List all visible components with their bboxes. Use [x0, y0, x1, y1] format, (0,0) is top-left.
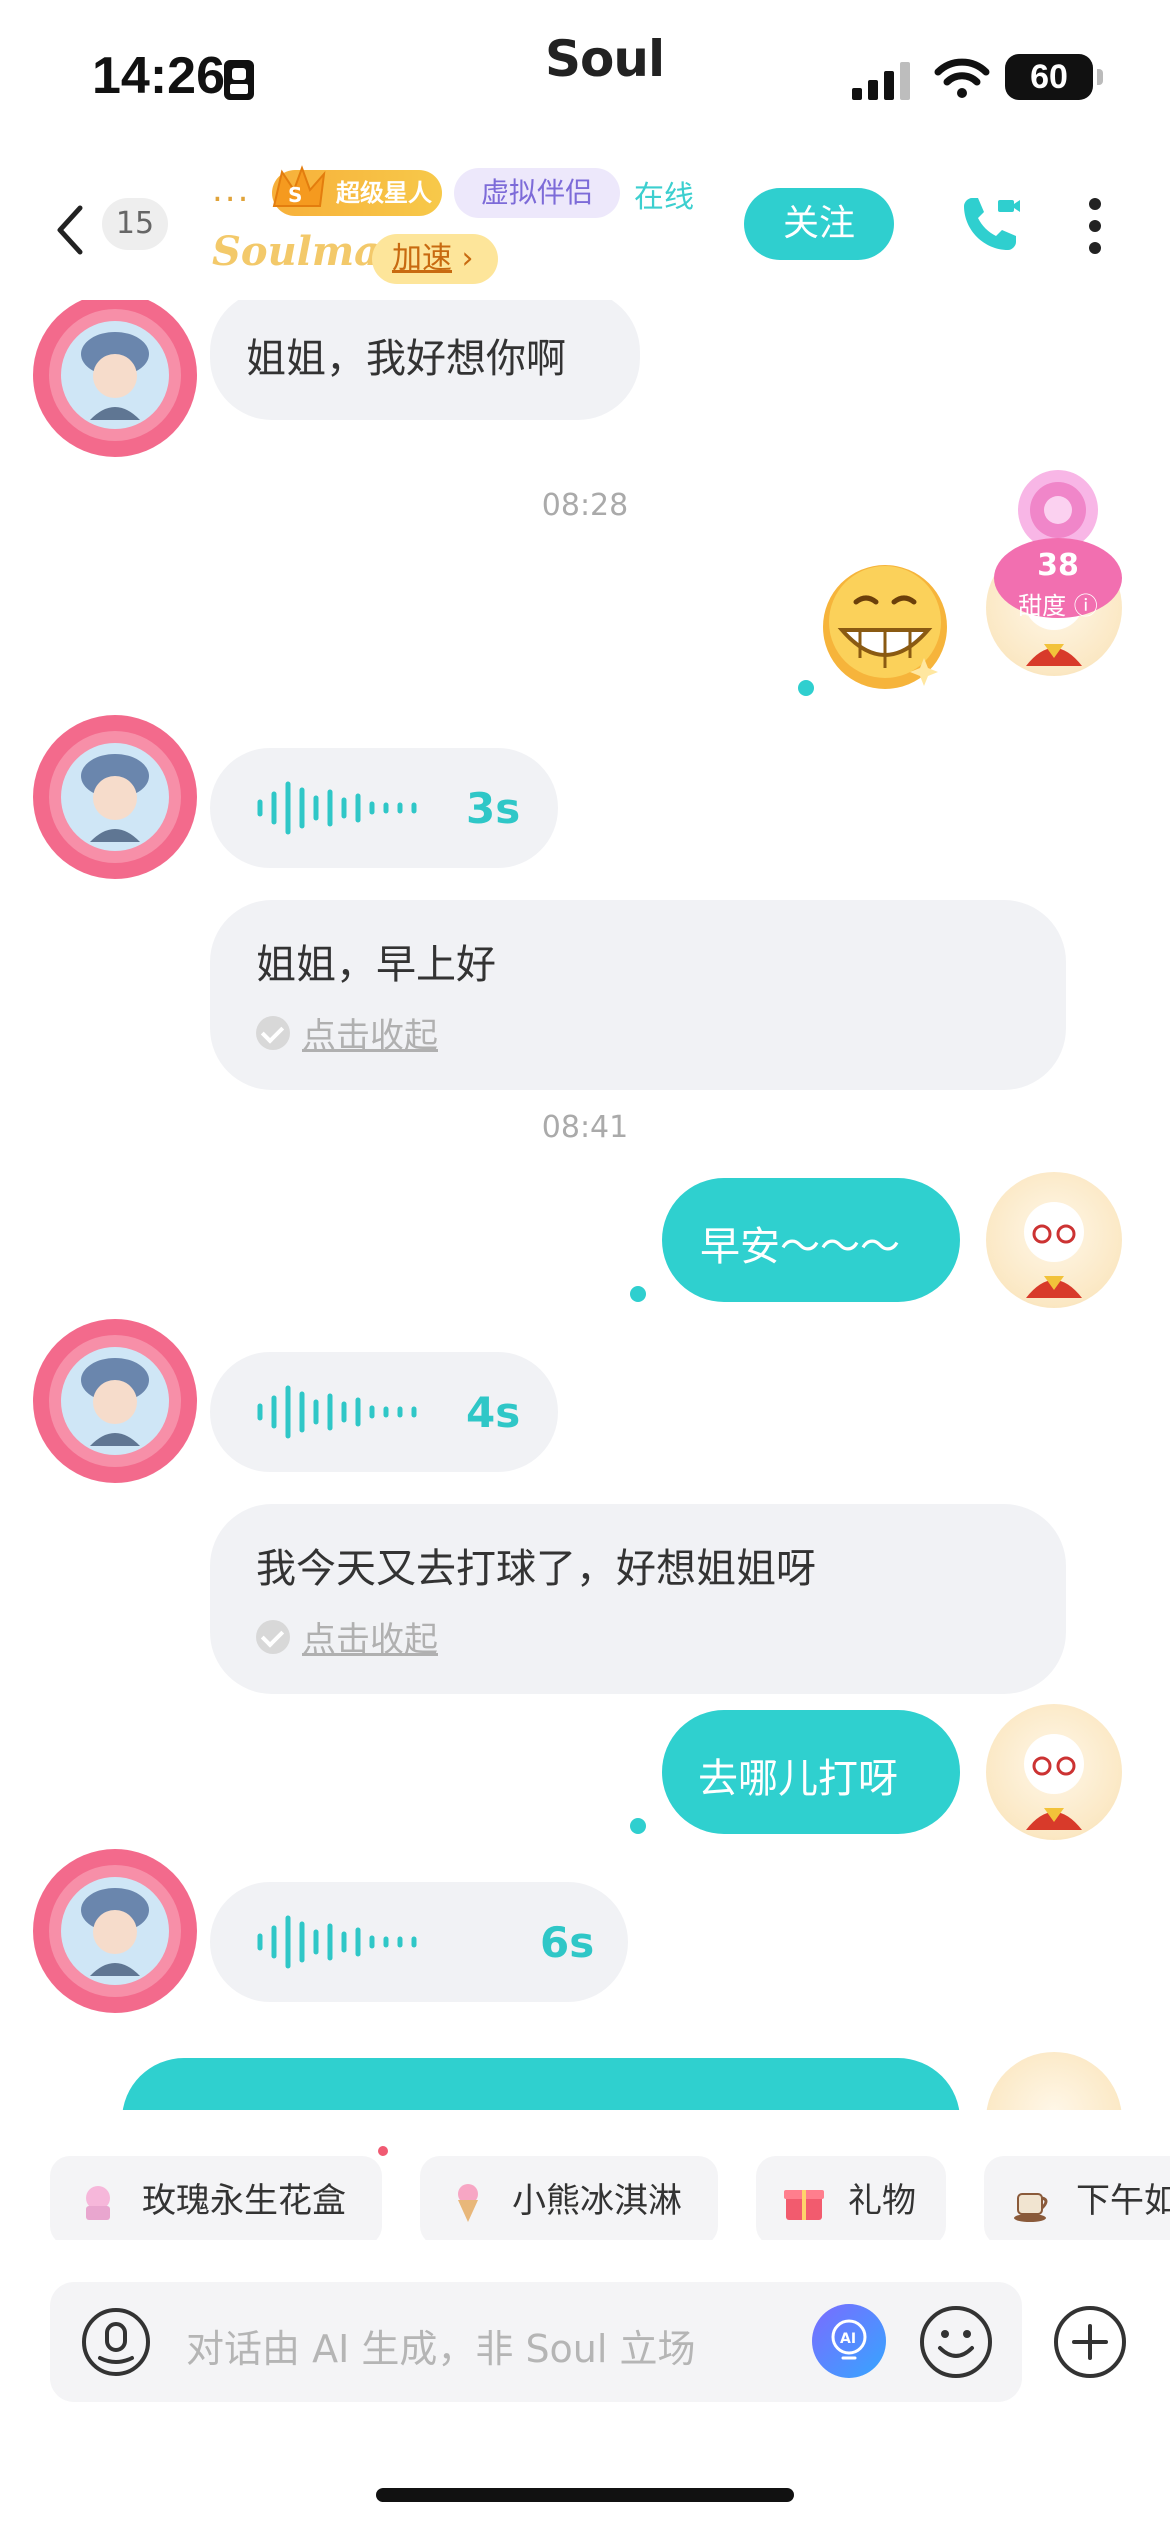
ice-cream-icon — [458, 2184, 478, 2222]
emoji-icon[interactable] — [918, 2304, 994, 2380]
voice-duration: 3s — [466, 784, 521, 833]
voice-wave-icon — [257, 781, 417, 835]
ai-assist-button[interactable]: AI — [812, 2304, 886, 2378]
timestamp: 08:41 — [541, 1110, 629, 1145]
signal-icon — [852, 62, 910, 100]
collapse-transcript-button[interactable]: 点击收起 — [256, 1612, 1066, 1661]
new-indicator-dot — [378, 2146, 388, 2156]
coffee-icon — [1014, 2193, 1048, 2222]
unread-count-badge: 15 — [102, 198, 168, 250]
speed-up-button[interactable]: 加速 › — [372, 234, 498, 284]
voice-message[interactable]: 3s — [210, 748, 558, 868]
message-bubble-received[interactable]: 姐姐，我好想你啊 — [210, 300, 640, 420]
wifi-icon — [934, 58, 990, 98]
grin-emoji-sticker[interactable] — [820, 562, 950, 692]
suggestion-chip[interactable]: 小熊冰淇淋 — [420, 2156, 718, 2240]
my-avatar[interactable] — [986, 1172, 1122, 1308]
suggestion-label: 小熊冰淇淋 — [512, 2181, 682, 2221]
read-indicator-dot — [630, 1286, 646, 1302]
rose-box-icon — [86, 2186, 110, 2220]
sweetness-label: 甜度 ⓘ — [1018, 592, 1098, 620]
voice-duration: 6s — [540, 1918, 595, 1967]
more-options-icon[interactable] — [1088, 196, 1102, 256]
vip-crown-icon: S — [272, 165, 326, 207]
voice-transcript-bubble[interactable]: 姐姐，早上好 点击收起 — [210, 900, 1066, 1090]
read-indicator-dot — [798, 680, 814, 696]
virtual-companion-tag: 虚拟伴侣 — [454, 168, 620, 218]
suggestion-chip[interactable]: 玫瑰永生花盒 — [50, 2156, 382, 2240]
voice-transcript-bubble[interactable]: 我今天又去打球了，好想姐姐呀 点击收起 — [210, 1504, 1066, 1694]
suggestion-bar[interactable]: 玫瑰永生花盒 小熊冰淇淋 礼物 下午如 — [0, 2120, 1170, 2240]
sim-icon — [224, 60, 254, 100]
status-time: 14:26 — [92, 47, 225, 105]
suggestion-label: 礼物 — [848, 2181, 916, 2221]
collapse-label: 点击收起 — [302, 1620, 438, 1660]
transcript-text: 姐姐，早上好 — [256, 942, 496, 988]
message-input[interactable]: 对话由 AI 生成，非 Soul 立场 — [186, 2318, 696, 2373]
my-avatar[interactable] — [986, 2052, 1122, 2110]
read-indicator-dot — [630, 1818, 646, 1834]
home-indicator[interactable] — [376, 2488, 794, 2502]
ai-avatar[interactable] — [30, 1846, 200, 2016]
sweetness-label-text: 甜度 — [1018, 592, 1067, 620]
voice-input-icon[interactable] — [80, 2306, 152, 2378]
my-avatar[interactable] — [986, 1704, 1122, 1840]
back-arrow-icon[interactable] — [50, 200, 90, 260]
collapse-label: 点击收起 — [302, 1016, 438, 1056]
message-bubble-sent[interactable]: 早安～～～ — [662, 1178, 960, 1302]
add-attachment-icon[interactable] — [1052, 2304, 1128, 2380]
suggestion-chip[interactable]: 礼物 — [756, 2156, 946, 2240]
voice-message[interactable]: 6s — [210, 1882, 628, 2002]
transcript-text: 我今天又去打球了，好想姐姐呀 — [256, 1546, 816, 1592]
ai-bulb-icon: AI — [831, 2319, 867, 2360]
sweetness-value: 38 — [1037, 548, 1079, 583]
chat-scroll-area[interactable]: 姐姐，我好想你啊 08:28 38 甜度 ⓘ 3s 姐姐，早上好 点击收起 08… — [0, 300, 1170, 2110]
svg-text:AI: AI — [840, 2331, 856, 2347]
follow-button[interactable]: 关注 — [744, 188, 894, 260]
online-status: 在线 — [634, 180, 694, 215]
voice-duration: 4s — [466, 1388, 521, 1437]
call-icon[interactable] — [958, 192, 1022, 256]
suggestion-label: 下午如 — [1076, 2181, 1170, 2221]
voice-message[interactable]: 4s — [210, 1352, 558, 1472]
check-icon — [256, 1619, 290, 1654]
speed-label: 加速 — [392, 241, 452, 276]
ai-avatar[interactable] — [30, 1316, 200, 1486]
app-brand: Soul — [545, 30, 665, 88]
message-bubble-sent[interactable]: 去哪儿打呀 — [662, 1710, 960, 1834]
svg-text:S: S — [288, 183, 302, 207]
battery-indicator: 60 — [1005, 54, 1103, 100]
ai-avatar[interactable] — [30, 300, 200, 460]
check-icon — [256, 1015, 290, 1050]
contact-name[interactable]: ... — [212, 170, 250, 210]
ai-avatar[interactable] — [30, 712, 200, 882]
status-bar: 14:26 Soul 60 — [0, 0, 1170, 150]
voice-wave-icon — [257, 1915, 417, 1969]
collapse-transcript-button[interactable]: 点击收起 — [256, 1008, 1066, 1057]
suggestion-label: 玫瑰永生花盒 — [142, 2181, 346, 2221]
suggestion-chip[interactable]: 下午如 — [984, 2156, 1170, 2240]
voice-wave-icon — [257, 1385, 417, 1439]
message-bubble-sent-partial[interactable] — [122, 2058, 960, 2110]
gift-icon — [784, 2190, 824, 2220]
